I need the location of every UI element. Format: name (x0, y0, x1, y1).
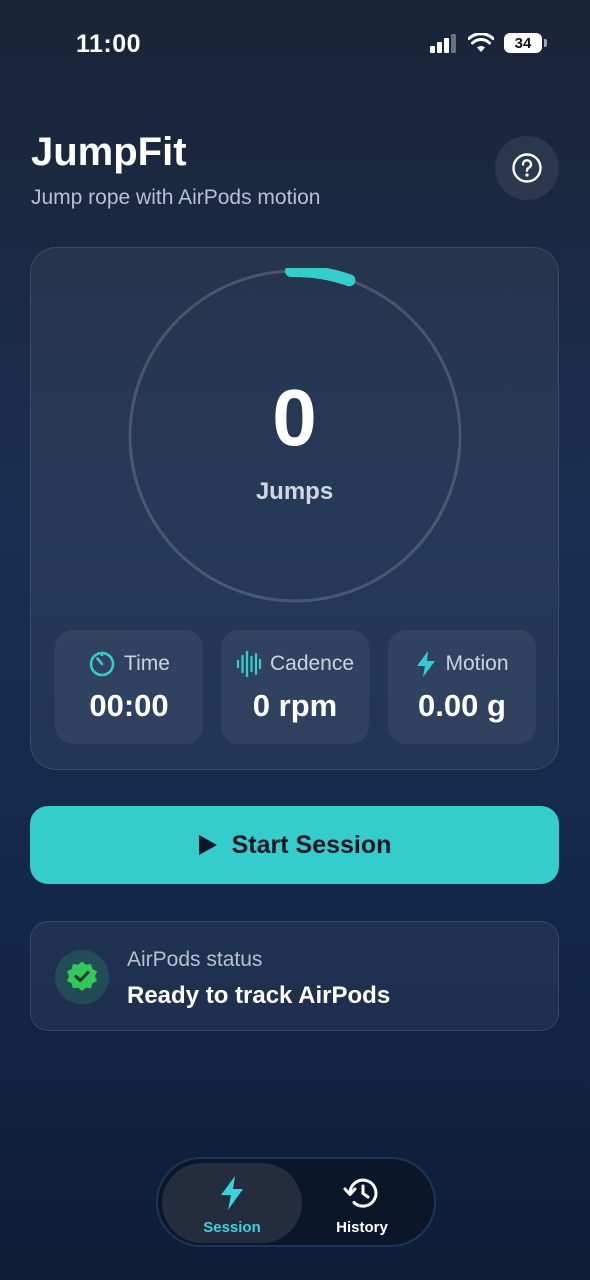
waveform-icon (236, 650, 262, 678)
timer-icon (89, 651, 115, 677)
tab-bar: Session History (156, 1157, 436, 1247)
battery-level: 34 (514, 34, 532, 52)
start-session-button[interactable]: Start Session (30, 806, 559, 884)
question-mark-icon (512, 153, 542, 183)
airpods-status-message: Ready to track AirPods (127, 982, 391, 1009)
airpods-status-card: AirPods status Ready to track AirPods (30, 921, 559, 1031)
tab-history-label: History (336, 1219, 388, 1236)
app-subtitle: Jump rope with AirPods motion (31, 186, 321, 209)
app-title: JumpFit (31, 130, 187, 174)
status-bar: 11:00 34 (0, 0, 590, 90)
jump-count: 0 (272, 373, 317, 462)
checkmark-seal-icon (67, 961, 97, 991)
stat-motion: Motion 0.00 g (388, 630, 536, 744)
stat-time-value: 00:00 (89, 688, 169, 723)
cellular-signal-icon (430, 34, 456, 53)
status-time: 11:00 (76, 30, 142, 58)
wifi-icon (468, 33, 494, 52)
stat-time: Time 00:00 (55, 630, 203, 744)
help-button[interactable] (495, 136, 559, 200)
stat-motion-label: Motion (445, 652, 509, 675)
play-icon (198, 835, 217, 855)
tab-session-label: Session (203, 1219, 261, 1236)
stat-cadence: Cadence 0 rpm (221, 630, 369, 744)
bolt-icon (417, 651, 436, 677)
bolt-icon (221, 1176, 243, 1210)
status-icons: 34 (430, 33, 547, 53)
stat-cadence-value: 0 rpm (252, 688, 338, 723)
jump-counter-card: 0 Jumps Time 00:00 Cadence 0 rpm Motion … (30, 247, 559, 770)
progress-ring-indicator (285, 268, 356, 287)
history-clock-icon (343, 1178, 378, 1208)
jump-count-label: Jumps (255, 478, 334, 505)
tab-history[interactable]: History (292, 1163, 432, 1243)
battery-icon: 34 (504, 33, 547, 53)
airpods-status-label: AirPods status (127, 948, 263, 971)
stat-time-label: Time (124, 652, 170, 675)
stat-cadence-label: Cadence (269, 652, 355, 675)
stat-motion-value: 0.00 g (418, 688, 506, 723)
start-session-label: Start Session (231, 830, 392, 859)
tab-session[interactable]: Session (162, 1163, 302, 1243)
status-badge (55, 950, 109, 1004)
